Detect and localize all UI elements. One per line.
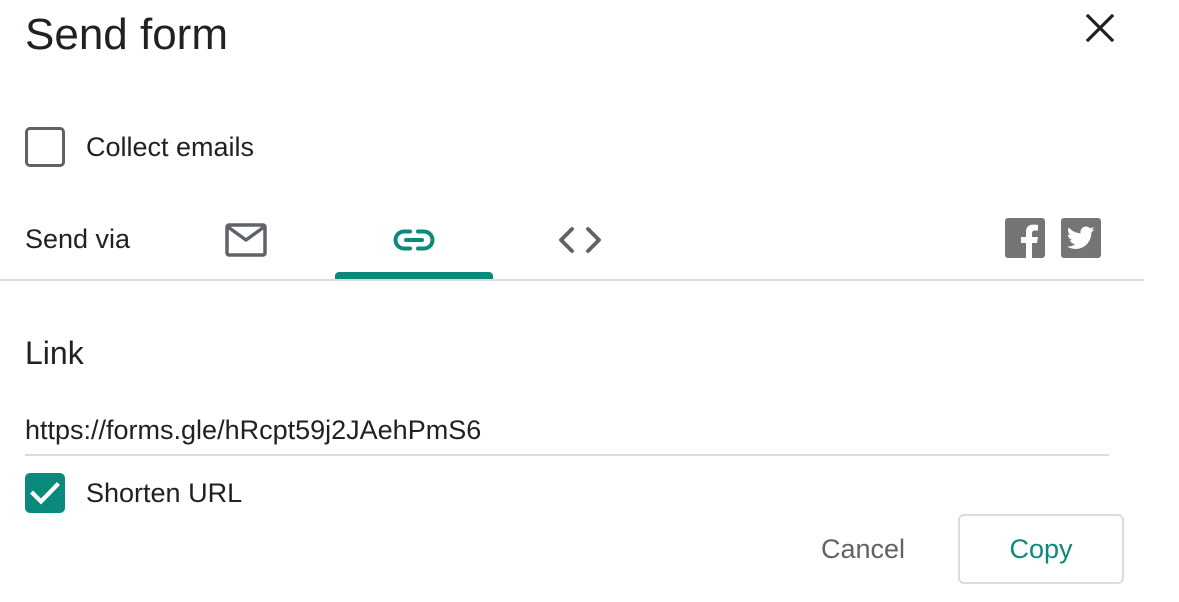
shorten-url-checkbox[interactable] (25, 473, 65, 513)
send-via-label: Send via (25, 224, 131, 254)
dialog-title: Send form (25, 10, 228, 59)
tabs-divider (0, 279, 1144, 281)
collect-emails-label: Collect emails (86, 132, 255, 162)
twitter-icon (1067, 226, 1095, 249)
collect-emails-option[interactable]: Collect emails (25, 127, 254, 167)
tab-embed[interactable] (521, 200, 639, 280)
link-url-field[interactable]: https://forms.gle/hRcpt59j2JAehPmS6 (25, 408, 1109, 456)
link-url-value: https://forms.gle/hRcpt59j2JAehPmS6 (25, 415, 482, 445)
mail-icon (225, 223, 267, 257)
share-twitter-button[interactable] (1061, 218, 1101, 258)
send-form-dialog: Send form Collect emails Send via Link h… (0, 0, 1179, 602)
cancel-button[interactable]: Cancel (796, 518, 930, 580)
link-icon (393, 229, 435, 251)
facebook-icon (1021, 224, 1038, 258)
code-icon (559, 227, 601, 253)
checkmark-icon (30, 482, 60, 505)
share-facebook-button[interactable] (1005, 218, 1045, 258)
close-button[interactable] (1078, 6, 1122, 50)
tab-email[interactable] (188, 200, 304, 280)
close-icon (1085, 13, 1115, 43)
shorten-url-option[interactable]: Shorten URL (25, 473, 242, 513)
link-section-title: Link (25, 335, 84, 371)
collect-emails-checkbox[interactable] (25, 127, 65, 167)
shorten-url-label: Shorten URL (86, 478, 243, 508)
copy-button[interactable]: Copy (958, 514, 1124, 584)
tab-link[interactable] (335, 200, 493, 280)
